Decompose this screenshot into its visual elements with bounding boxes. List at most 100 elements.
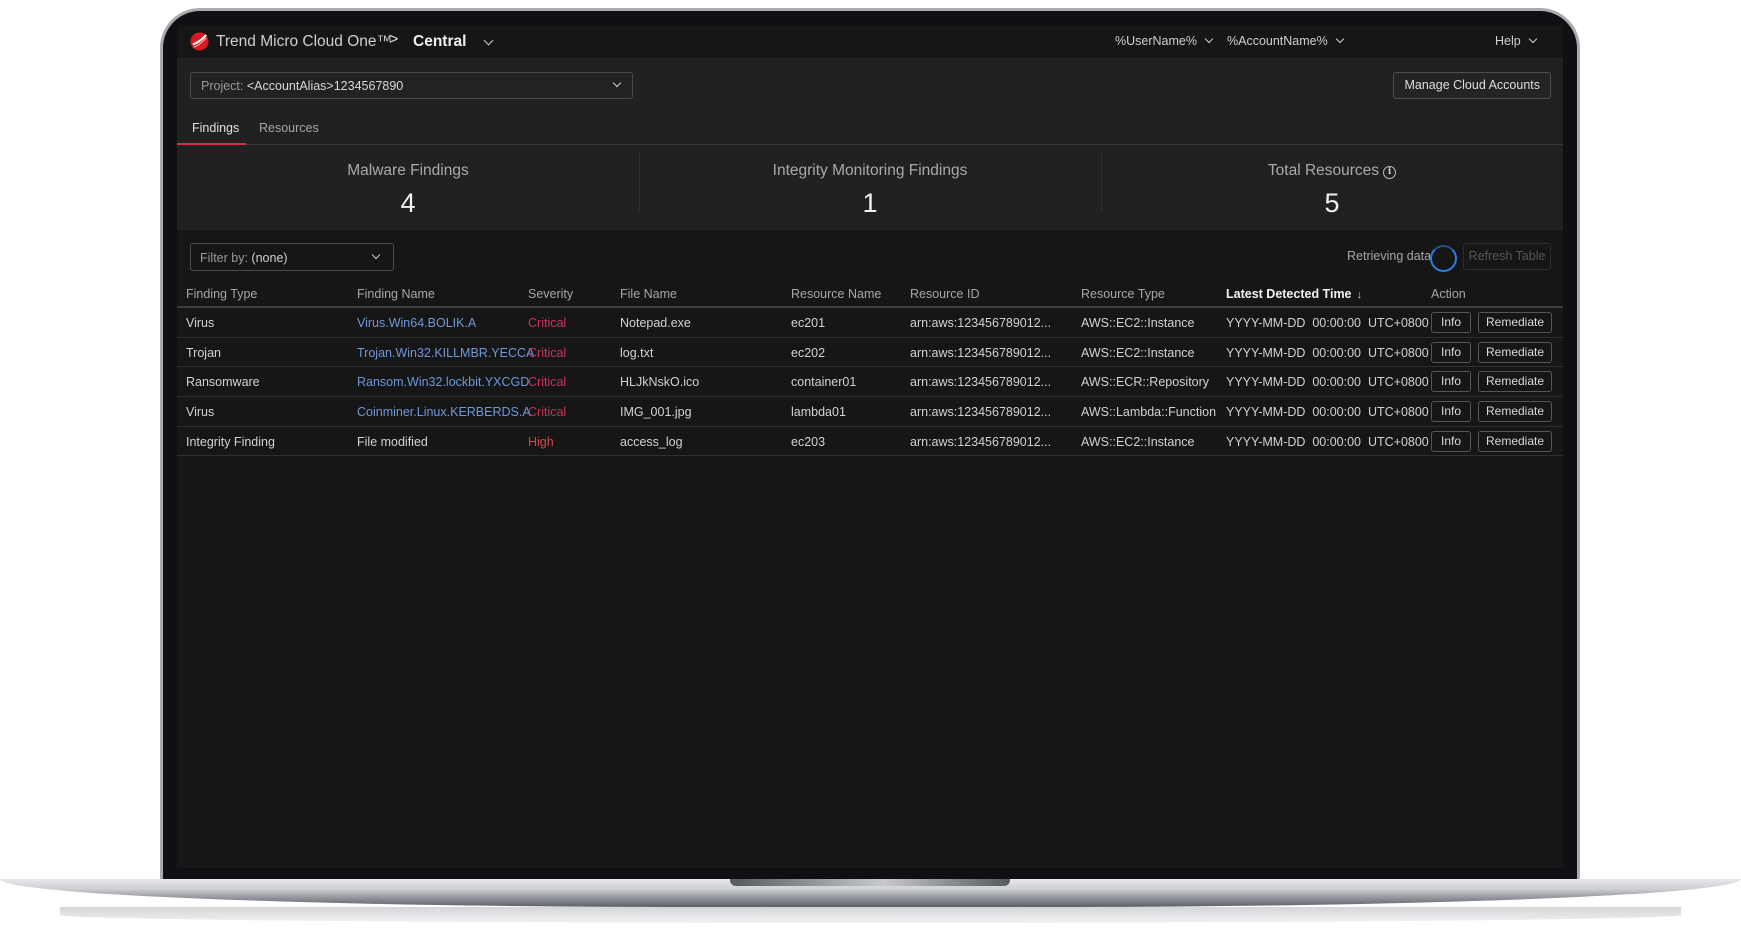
finding-name-link[interactable]: Coinminer.Linux.KERBERDS.A (357, 405, 531, 419)
stat-value: 4 (400, 188, 416, 218)
account-menu[interactable]: %AccountName% (1227, 34, 1344, 48)
resource-name: ec203 (791, 434, 826, 449)
table-row[interactable]: Integrity Finding File modified High access… (177, 427, 1563, 457)
detected-time: YYYY-MM-DD 00:00:00 UTC+0800 (1226, 375, 1429, 390)
resource-name: ec201 (791, 316, 826, 330)
remediate-button[interactable]: Remediate (1478, 341, 1552, 363)
resource-id: arn:aws:123456789012... (910, 405, 1052, 420)
remediate-button[interactable]: Remediate (1478, 401, 1552, 423)
file-name: IMG_001.jpg (620, 405, 692, 420)
info-button[interactable]: Info (1431, 371, 1471, 393)
user-menu[interactable]: %UserName% (1115, 34, 1214, 48)
findings-table: Finding Type Finding Name Severity File … (177, 277, 1563, 457)
info-button[interactable]: Info (1431, 341, 1471, 363)
col-latest-detected-time[interactable]: Latest Detected Time ↓ (1226, 287, 1362, 301)
finding-name-link[interactable]: Virus.Win64.BOLIK.A (357, 316, 476, 330)
retrieving-status: Retrieving data (1347, 249, 1432, 263)
stat-label: Integrity Monitoring Findings (772, 162, 968, 179)
resource-id: arn:aws:123456789012... (910, 316, 1052, 330)
filter-select[interactable]: Filter by: (none) (190, 243, 394, 271)
stat-label: Total Resources (1267, 162, 1380, 179)
tab-findings[interactable]: Findings (192, 121, 239, 135)
finding-type: Virus (186, 316, 215, 330)
info-button[interactable]: Info (1431, 430, 1471, 452)
table-body: Virus Virus.Win64.BOLIK.A Critical Notepad.… (177, 308, 1563, 457)
col-finding-type[interactable]: Finding Type (186, 287, 257, 301)
col-latest-detected-time-label: Latest Detected Time (1226, 287, 1352, 301)
resource-id: arn:aws:123456789012... (910, 345, 1052, 360)
stat-value: 5 (1324, 188, 1340, 218)
col-resource-id[interactable]: Resource ID (910, 287, 979, 301)
breadcrumb-current-app[interactable]: Central (413, 33, 466, 51)
info-button[interactable]: Info (1431, 312, 1471, 333)
resource-type: AWS::ECR::Repository (1081, 375, 1210, 390)
table-row[interactable]: Virus Virus.Win64.BOLIK.A Critical Notepad.… (177, 308, 1563, 338)
file-name: access_log (620, 434, 683, 449)
detected-time: YYYY-MM-DD 00:00:00 UTC+0800 (1226, 316, 1429, 330)
app-screen: Trend Micro Cloud One™ > Central %UserNa… (177, 25, 1563, 868)
app-switcher-chevron-icon[interactable] (475, 35, 494, 51)
col-resource-name[interactable]: Resource Name (791, 287, 881, 301)
resource-id: arn:aws:123456789012... (910, 375, 1052, 390)
chevron-down-icon (1528, 34, 1537, 44)
project-bar: Project: <AccountAlias>1234567890 Manage… (177, 58, 1563, 146)
col-resource-type[interactable]: Resource Type (1081, 287, 1165, 301)
severity-badge: Critical (528, 405, 567, 420)
info-button[interactable]: Info (1431, 401, 1471, 423)
loading-spinner-icon (1430, 245, 1457, 272)
chevron-down-icon (1204, 34, 1214, 44)
table-header: Finding Type Finding Name Severity File … (177, 277, 1563, 308)
resource-id: arn:aws:123456789012... (910, 434, 1052, 449)
trend-micro-logo-icon[interactable] (190, 32, 209, 51)
finding-name-link[interactable]: Ransom.Win32.lockbit.YXCGD (357, 375, 529, 389)
filter-label: Filter by: (200, 251, 248, 265)
stat-value: 1 (862, 188, 878, 218)
remediate-button[interactable]: Remediate (1478, 371, 1552, 393)
manage-cloud-accounts-button[interactable]: Manage Cloud Accounts (1393, 72, 1551, 99)
finding-type: Integrity Finding (186, 434, 275, 449)
resource-type: AWS::EC2::Instance (1081, 434, 1195, 449)
info-icon[interactable]: i (1383, 166, 1397, 179)
severity-badge: Critical (528, 316, 567, 330)
project-select[interactable]: Project: <AccountAlias>1234567890 (190, 72, 633, 99)
detected-time: YYYY-MM-DD 00:00:00 UTC+0800 (1226, 405, 1429, 420)
col-severity[interactable]: Severity (528, 287, 573, 301)
account-menu-label: %AccountName% (1227, 34, 1328, 48)
table-row[interactable]: Ransomware Ransom.Win32.lockbit.YXCGD Crit… (177, 367, 1563, 398)
resource-name: lambda01 (791, 405, 846, 420)
severity-badge: High (528, 434, 554, 449)
resource-name: container01 (791, 375, 857, 390)
filter-value: (none) (251, 251, 288, 265)
brand-name[interactable]: Trend Micro Cloud One™ (216, 33, 392, 51)
user-menu-label: %UserName% (1115, 34, 1197, 48)
file-name: HLJkNskO.ico (620, 375, 700, 390)
table-row[interactable]: Virus Coinminer.Linux.KERBERDS.A Critical I… (177, 397, 1563, 427)
severity-badge: Critical (528, 375, 567, 390)
table-row[interactable]: Trojan Trojan.Win32.KILLMBR.YECCA Critical… (177, 338, 1563, 368)
finding-name-link[interactable]: Trojan.Win32.KILLMBR.YECCA (357, 346, 534, 360)
resource-type: AWS::Lambda::Function (1081, 405, 1217, 420)
finding-type: Ransomware (186, 375, 260, 390)
remediate-button[interactable]: Remediate (1478, 430, 1552, 452)
summary-stats: Malware Findings 4 Integrity Monitoring … (177, 145, 1563, 230)
chevron-down-icon (371, 250, 381, 260)
laptop-notch (730, 879, 1010, 886)
project-value: <AccountAlias>1234567890 (246, 79, 404, 93)
laptop-reflection (60, 907, 1681, 923)
top-header: Trend Micro Cloud One™ > Central %UserNa… (177, 25, 1563, 58)
col-finding-name[interactable]: Finding Name (357, 287, 435, 301)
finding-type: Trojan (186, 345, 221, 360)
help-menu[interactable]: Help (1495, 34, 1537, 48)
tab-resources[interactable]: Resources (259, 121, 319, 135)
resource-name: ec202 (791, 345, 826, 360)
breadcrumb-chevron-icon: > (389, 31, 399, 48)
stat-total-resources: Total Resources i 5 (1101, 145, 1563, 230)
chevron-down-icon (1335, 34, 1344, 44)
remediate-button[interactable]: Remediate (1478, 312, 1552, 333)
stat-malware-findings: Malware Findings 4 (177, 145, 639, 230)
file-name: log.txt (620, 345, 654, 360)
file-name: Notepad.exe (620, 316, 691, 330)
col-file-name[interactable]: File Name (620, 287, 677, 301)
refresh-table-button[interactable]: Refresh Table (1463, 243, 1551, 270)
col-action: Action (1431, 287, 1466, 301)
